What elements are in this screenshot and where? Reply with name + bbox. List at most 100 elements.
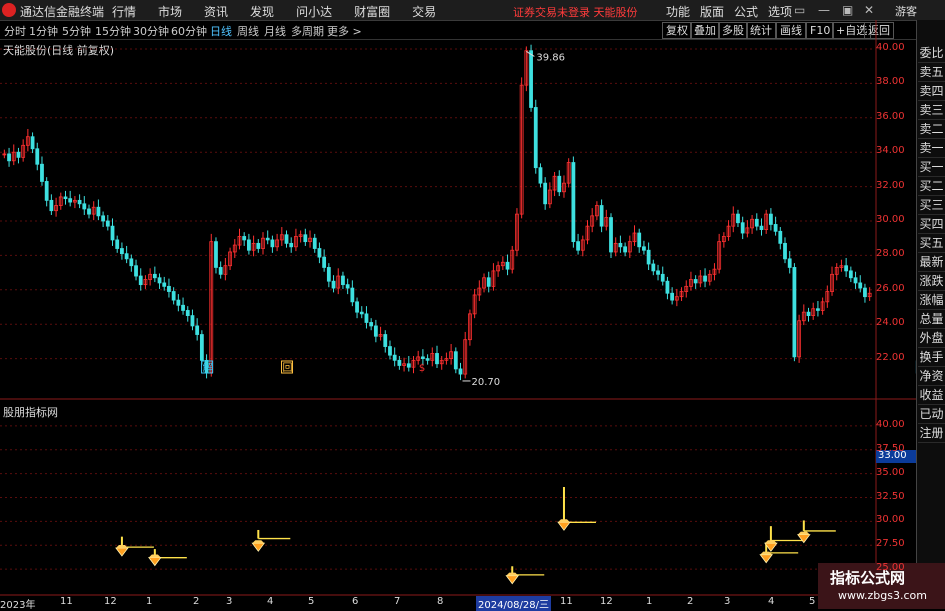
- x-tick-label: 1: [146, 596, 153, 607]
- candle-body: [383, 334, 388, 347]
- candle-body: [373, 325, 378, 337]
- candle-body: [665, 280, 670, 294]
- candle-body: [773, 224, 778, 232]
- sidebar-item[interactable]: 换手: [918, 348, 945, 367]
- sidebar-item[interactable]: 注册: [918, 424, 945, 443]
- candle-body: [397, 359, 402, 366]
- signal-diamond-icon: [759, 554, 773, 564]
- sidebar-item[interactable]: 买三: [918, 196, 945, 215]
- candle-body: [176, 299, 181, 306]
- candle-body: [129, 258, 134, 267]
- quote-sidebar: 委比 卖五 卖四 卖三 卖二 卖一 买一 买二 买三 买四 买五 最新 涨跌 涨幅 总量 外盘 换手 净资 收益 已动…: [918, 44, 945, 443]
- candle-body: [110, 225, 115, 241]
- candle-body: [703, 275, 707, 282]
- sidebar-item[interactable]: 委比: [918, 44, 945, 63]
- sidebar-item[interactable]: 已动: [918, 405, 945, 424]
- price-tick-label: 40.00: [876, 42, 905, 53]
- candle-body: [105, 220, 110, 227]
- candle-body: [453, 351, 458, 370]
- candle-body: [557, 175, 562, 193]
- sidebar-item[interactable]: 涨跌: [918, 272, 945, 291]
- sidebar-item[interactable]: 卖四: [918, 82, 945, 101]
- price-tick-label: 38.00: [876, 76, 905, 88]
- signal-diamond-top-icon: [557, 519, 570, 523]
- candle-body: [16, 151, 21, 158]
- candle-body: [162, 282, 167, 287]
- candle-body: [458, 368, 463, 375]
- candle-body: [759, 225, 764, 231]
- candle-body: [529, 50, 533, 108]
- candle-body: [670, 292, 675, 301]
- candle-body: [806, 311, 811, 317]
- sidebar-item[interactable]: 买五: [918, 234, 945, 253]
- indicator-tick-label: 30.00: [876, 514, 905, 526]
- x-tick-label: 6: [352, 596, 359, 607]
- signal-diamond-top-icon: [506, 572, 519, 576]
- signal-diamond-icon: [557, 521, 571, 531]
- indicator-tick-label: 25.00: [876, 562, 905, 574]
- sidebar-item[interactable]: 收益: [918, 386, 945, 405]
- candle-body: [486, 277, 491, 287]
- price-tick-label: 22.00: [876, 351, 905, 363]
- candle-body: [599, 205, 604, 227]
- candle-body: [289, 242, 294, 248]
- candle-body: [134, 265, 138, 277]
- candle-body: [543, 182, 548, 205]
- candle-body: [40, 163, 44, 182]
- sidebar-item[interactable]: 买一: [918, 158, 945, 177]
- candle-body: [284, 234, 289, 244]
- candle-body: [214, 241, 218, 268]
- sidebar-item[interactable]: 卖一: [918, 139, 945, 158]
- x-tick-label: 2: [687, 596, 694, 607]
- candle-body: [435, 353, 439, 365]
- x-tick-label: 1: [646, 596, 653, 607]
- x-tick-label: 4: [267, 596, 274, 607]
- candle-body: [355, 301, 359, 313]
- x-tick-label: 12: [600, 596, 613, 607]
- candle-body: [505, 261, 510, 270]
- candle-body: [87, 208, 91, 215]
- candle-body: [331, 280, 336, 289]
- sidebar-item[interactable]: 净资: [918, 367, 945, 386]
- candle-body: [190, 315, 195, 327]
- sidebar-item[interactable]: 总量: [918, 310, 945, 329]
- candle-body: [618, 242, 623, 248]
- candle-body: [120, 248, 124, 255]
- event-marker: 解: [203, 361, 213, 374]
- candle-body: [242, 236, 247, 241]
- candle-body: [96, 206, 101, 217]
- candle-body: [853, 277, 858, 284]
- sidebar-item[interactable]: 买四: [918, 215, 945, 234]
- indicator-tick-label: 35.00: [876, 466, 905, 478]
- candle-body: [768, 213, 773, 225]
- sidebar-item[interactable]: 涨幅: [918, 291, 945, 310]
- event-marker: $: [419, 363, 425, 374]
- price-tick-label: 26.00: [876, 282, 905, 294]
- price-tick-label: 34.00: [876, 145, 905, 157]
- signal-diamond-top-icon: [148, 554, 161, 558]
- candle-body: [792, 267, 797, 358]
- indicator-tick-label: 27.50: [876, 538, 905, 550]
- candle-body: [783, 242, 787, 260]
- candle-body: [656, 270, 660, 275]
- sidebar-item[interactable]: 买二: [918, 177, 945, 196]
- x-tick-label: 5: [308, 596, 315, 607]
- sidebar-item[interactable]: 卖五: [918, 63, 945, 82]
- sidebar-item[interactable]: 外盘: [918, 329, 945, 348]
- sidebar-item[interactable]: 卖三: [918, 101, 945, 120]
- event-marker: 回: [283, 362, 293, 374]
- candle-body: [82, 203, 87, 210]
- candle-body: [364, 313, 369, 323]
- signal-diamond-icon: [797, 534, 811, 544]
- candle-body: [77, 199, 82, 205]
- price-tick-label: 24.00: [876, 317, 905, 329]
- kline-chart[interactable]: 39.8620.70解回$财$: [0, 0, 945, 609]
- sidebar-item[interactable]: 卖二: [918, 120, 945, 139]
- sidebar-item[interactable]: 最新: [918, 253, 945, 272]
- candle-body: [246, 239, 251, 251]
- candle-body: [171, 291, 176, 301]
- candle-body: [816, 308, 820, 311]
- candle-body: [312, 237, 317, 249]
- candle-body: [265, 237, 270, 241]
- candle-body: [778, 230, 783, 244]
